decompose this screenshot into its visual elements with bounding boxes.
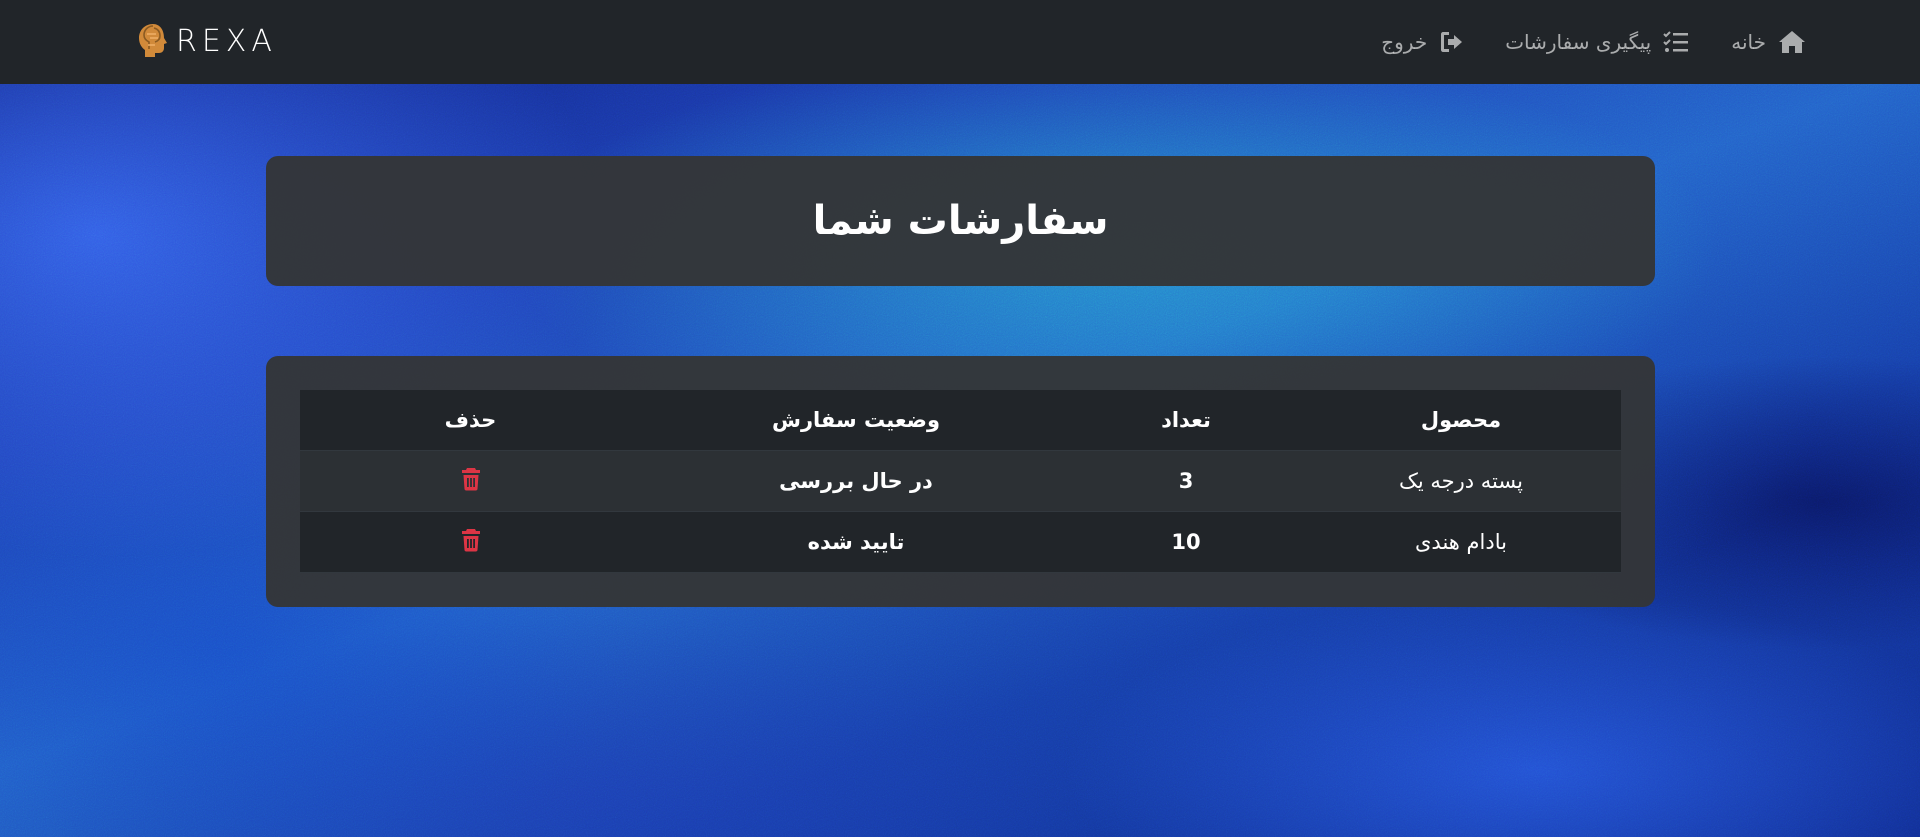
nav-home[interactable]: خانه [1731, 30, 1806, 54]
cell-status: در حال بررسی [641, 450, 1071, 512]
cell-product: بادام هندی [1301, 511, 1621, 573]
trash-icon [461, 467, 480, 490]
cell-status: تایید شده [641, 511, 1071, 573]
table-row: بادام هندی 10 تایید شده [300, 511, 1621, 573]
nav-logout-label: خروج [1381, 30, 1428, 54]
header-delete: حذف [300, 390, 641, 451]
orders-table-card: محصول تعداد وضعیت سفارش حذف پسته درجه یک… [266, 356, 1655, 607]
nav-links: خروج پیگیری سفارشات خانه [1381, 0, 1806, 84]
header-product: محصول [1301, 390, 1621, 451]
header-status: وضعیت سفارش [641, 390, 1071, 451]
list-check-icon [1663, 31, 1689, 52]
table-row: پسته درجه یک 3 در حال بررسی [300, 450, 1621, 512]
nav-orders-tracking-label: پیگیری سفارشات [1505, 30, 1652, 54]
cell-product: پسته درجه یک [1301, 450, 1621, 512]
cell-delete [300, 450, 641, 512]
home-icon [1779, 31, 1805, 53]
brand-logo[interactable]: REXA [136, 18, 277, 64]
nav-home-label: خانه [1731, 30, 1766, 54]
navbar: REXA خروج پیگیری سفارشات خانه [0, 0, 1920, 84]
sign-out-icon [1441, 32, 1463, 52]
delete-button[interactable] [461, 528, 481, 557]
delete-button[interactable] [461, 467, 481, 496]
brand-name: REXA [176, 23, 277, 59]
cell-quantity: 3 [1071, 450, 1301, 512]
page-title: سفارشات شما [812, 198, 1109, 244]
nav-orders-tracking[interactable]: پیگیری سفارشات [1505, 30, 1689, 54]
orders-table: محصول تعداد وضعیت سفارش حذف پسته درجه یک… [300, 390, 1621, 573]
cell-delete [300, 511, 641, 573]
page-title-card: سفارشات شما [266, 156, 1655, 286]
brain-logo-icon [139, 24, 167, 57]
header-quantity: تعداد [1071, 390, 1301, 451]
table-header-row: محصول تعداد وضعیت سفارش حذف [300, 390, 1621, 451]
nav-logout[interactable]: خروج [1381, 30, 1463, 54]
trash-icon [461, 528, 480, 551]
cell-quantity: 10 [1071, 511, 1301, 573]
